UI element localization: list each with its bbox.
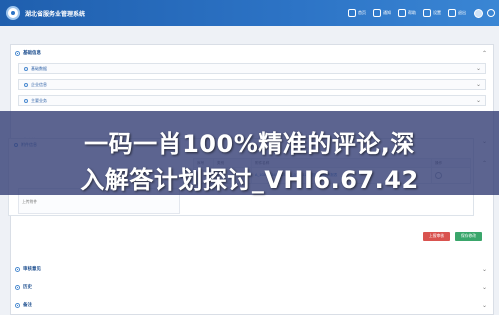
- chevron-down-icon: ⌄: [481, 302, 487, 309]
- subsection-icon: [24, 66, 28, 71]
- app-logo-icon: [6, 6, 20, 20]
- section-review-opinion[interactable]: 审核意见 ⌄: [11, 263, 493, 275]
- chevron-down-icon: ⌄: [475, 98, 481, 104]
- subsection-main-business[interactable]: 主要业务 ⌄: [18, 95, 486, 106]
- help-button[interactable]: 帮助: [398, 9, 416, 17]
- user-icon: [487, 9, 495, 17]
- subsection-icon: [24, 98, 28, 103]
- section-title: 基础信息: [23, 50, 41, 55]
- save-button[interactable]: 保存修改: [455, 232, 482, 241]
- bell-icon: [373, 9, 381, 17]
- help-label: 帮助: [408, 10, 416, 15]
- subsection-label: 企业信息: [31, 81, 47, 87]
- top-bar: 湖北省服务业管理系统 首页 通知 帮助 设置 退出: [0, 0, 499, 26]
- upload-label: 上传附件: [22, 200, 38, 204]
- overlay-text-line1: 一码一肖100%精准的评论,深: [84, 130, 415, 158]
- section-icon: [15, 50, 20, 56]
- section-title: 备注: [23, 302, 32, 307]
- subsection-icon: [24, 82, 28, 87]
- chevron-down-icon: ⌄: [475, 82, 481, 88]
- notification-label: 通知: [383, 10, 391, 15]
- subsection-label: 基础数据: [31, 65, 47, 71]
- section-history[interactable]: 历史 ⌄: [11, 281, 493, 293]
- chevron-down-icon: ⌄: [481, 284, 487, 291]
- subsection-basic-data[interactable]: 基础数据 ⌄: [18, 63, 486, 74]
- home-button[interactable]: 首页: [348, 9, 366, 17]
- chevron-down-icon: ⌄: [475, 66, 481, 72]
- settings-label: 设置: [433, 10, 441, 15]
- chevron-up-icon: ⌃: [481, 50, 487, 57]
- overlay-text-line2: 入解答计划探讨_VHI6.67.42: [80, 166, 419, 194]
- notification-button[interactable]: 通知: [373, 9, 391, 17]
- logout-button[interactable]: 退出: [448, 9, 466, 17]
- app-title: 湖北省服务业管理系统: [25, 12, 86, 18]
- section-icon: [15, 302, 20, 308]
- avatar: [474, 8, 483, 18]
- section-notes[interactable]: 备注 ⌄: [11, 299, 493, 311]
- section-title: 审核意见: [23, 266, 41, 271]
- home-label: 首页: [358, 10, 366, 15]
- section-icon: [15, 266, 20, 272]
- section-title: 历史: [23, 284, 32, 289]
- subsection-label: 主要业务: [31, 97, 47, 103]
- home-icon: [348, 9, 356, 17]
- gear-icon: [423, 9, 431, 17]
- top-icon-group: 首页 通知 帮助 设置 退出: [341, 0, 495, 26]
- subsection-company-info[interactable]: 企业信息 ⌄: [18, 79, 486, 90]
- user-menu[interactable]: [474, 8, 495, 18]
- settings-button[interactable]: 设置: [423, 9, 441, 17]
- submit-review-button[interactable]: 上报审核: [423, 232, 450, 241]
- logout-icon: [448, 9, 456, 17]
- logout-label: 退出: [458, 10, 466, 15]
- chevron-down-icon: ⌄: [481, 266, 487, 273]
- help-icon: [398, 9, 406, 17]
- section-icon: [15, 284, 20, 290]
- section-basic-info[interactable]: 基础信息 ⌃: [11, 47, 493, 59]
